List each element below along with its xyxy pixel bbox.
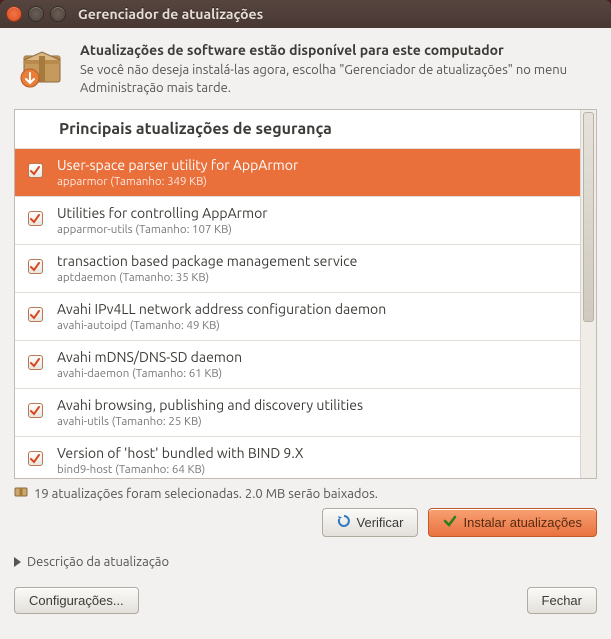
package-subtitle: bind9-host (Tamanho: 64 KB): [57, 463, 304, 476]
checkbox-cell: [23, 445, 47, 466]
package-title: Version of 'host' bundled with BIND 9.X: [57, 445, 304, 461]
list-item-text: Avahi IPv4LL network address configurati…: [57, 301, 386, 332]
package-title: User-space parser utility for AppArmor: [57, 157, 298, 173]
window-minimize-button[interactable]: [28, 6, 44, 22]
download-icon: [14, 485, 28, 502]
close-button-label: Fechar: [542, 593, 582, 608]
package-title: Avahi IPv4LL network address configurati…: [57, 301, 386, 317]
package-title: Utilities for controlling AppArmor: [57, 205, 268, 221]
window-close-button[interactable]: [6, 6, 22, 22]
list-item[interactable]: Utilities for controlling AppArmor apparm…: [15, 197, 580, 245]
list-item-text: User-space parser utility for AppArmor ap…: [57, 157, 298, 188]
refresh-icon: [337, 514, 351, 531]
list-item[interactable]: Avahi browsing, publishing and discovery…: [15, 389, 580, 437]
description-expander[interactable]: Descrição da atualização: [0, 547, 611, 581]
status-line: 19 atualizações foram selecionadas. 2.0 …: [0, 483, 611, 506]
header-text: Atualizações de software estão disponíve…: [80, 42, 593, 97]
checkbox[interactable]: [28, 355, 43, 370]
checkbox-cell: [23, 301, 47, 322]
checkbox-cell: [23, 397, 47, 418]
checkbox[interactable]: [28, 259, 43, 274]
list-item[interactable]: Avahi mDNS/DNS-SD daemon avahi-daemon (Ta…: [15, 341, 580, 389]
list-item-text: Avahi browsing, publishing and discovery…: [57, 397, 363, 428]
list-item[interactable]: Version of 'host' bundled with BIND 9.X b…: [15, 437, 580, 478]
status-text: 19 atualizações foram selecionadas. 2.0 …: [34, 487, 378, 501]
scrollbar-thumb[interactable]: [583, 112, 594, 322]
scrollbar[interactable]: [580, 110, 596, 478]
install-button-label: Instalar atualizações: [463, 515, 582, 530]
package-subtitle: avahi-autoipd (Tamanho: 49 KB): [57, 319, 386, 332]
window: Gerenciador de atualizações Atualizações…: [0, 0, 611, 639]
package-title: Avahi mDNS/DNS-SD daemon: [57, 349, 242, 365]
apply-icon: [443, 514, 457, 531]
settings-button-label: Configurações...: [29, 593, 124, 608]
checkbox-cell: [23, 157, 47, 178]
list-item-text: Avahi mDNS/DNS-SD daemon avahi-daemon (Ta…: [57, 349, 242, 380]
package-subtitle: aptdaemon (Tamanho: 35 KB): [57, 271, 357, 284]
package-subtitle: apparmor (Tamanho: 349 KB): [57, 175, 298, 188]
update-list-container: Principais atualizações de segurança Use…: [14, 109, 597, 479]
install-button[interactable]: Instalar atualizações: [428, 508, 597, 537]
package-title: Avahi browsing, publishing and discovery…: [57, 397, 363, 413]
checkbox-cell: [23, 349, 47, 370]
close-button[interactable]: Fechar: [527, 587, 597, 614]
section-header: Principais atualizações de segurança: [15, 110, 580, 149]
checkbox[interactable]: [28, 403, 43, 418]
header-subtext: Se você não deseja instalá-las agora, es…: [80, 62, 593, 97]
checkbox[interactable]: [28, 451, 43, 466]
content-area: Atualizações de software estão disponíve…: [0, 28, 611, 639]
window-maximize-button[interactable]: [50, 6, 66, 22]
header-heading: Atualizações de software estão disponíve…: [80, 42, 593, 58]
package-title: transaction based package management ser…: [57, 253, 357, 269]
settings-button[interactable]: Configurações...: [14, 587, 139, 614]
check-button[interactable]: Verificar: [322, 508, 419, 537]
list-item[interactable]: Avahi IPv4LL network address configurati…: [15, 293, 580, 341]
check-button-label: Verificar: [357, 515, 404, 530]
package-subtitle: avahi-daemon (Tamanho: 61 KB): [57, 367, 242, 380]
titlebar[interactable]: Gerenciador de atualizações: [0, 0, 611, 28]
list-item-text: Version of 'host' bundled with BIND 9.X b…: [57, 445, 304, 476]
header: Atualizações de software estão disponíve…: [0, 28, 611, 105]
package-subtitle: apparmor-utils (Tamanho: 107 KB): [57, 223, 268, 236]
checkbox-cell: [23, 253, 47, 274]
package-update-icon: [18, 42, 66, 90]
window-title: Gerenciador de atualizações: [78, 6, 263, 22]
list-item-text: transaction based package management ser…: [57, 253, 357, 284]
package-subtitle: avahi-utils (Tamanho: 25 KB): [57, 415, 363, 428]
list-item[interactable]: transaction based package management ser…: [15, 245, 580, 293]
action-buttons: Verificar Instalar atualizações: [0, 506, 611, 547]
expander-triangle-icon: [14, 557, 21, 567]
checkbox[interactable]: [28, 163, 43, 178]
checkbox[interactable]: [28, 307, 43, 322]
list-item[interactable]: User-space parser utility for AppArmor ap…: [15, 149, 580, 197]
checkbox[interactable]: [28, 211, 43, 226]
footer: Configurações... Fechar: [0, 581, 611, 628]
checkbox-cell: [23, 205, 47, 226]
expander-label: Descrição da atualização: [27, 555, 169, 569]
list-item-text: Utilities for controlling AppArmor apparm…: [57, 205, 268, 236]
update-list[interactable]: Principais atualizações de segurança Use…: [15, 110, 580, 478]
